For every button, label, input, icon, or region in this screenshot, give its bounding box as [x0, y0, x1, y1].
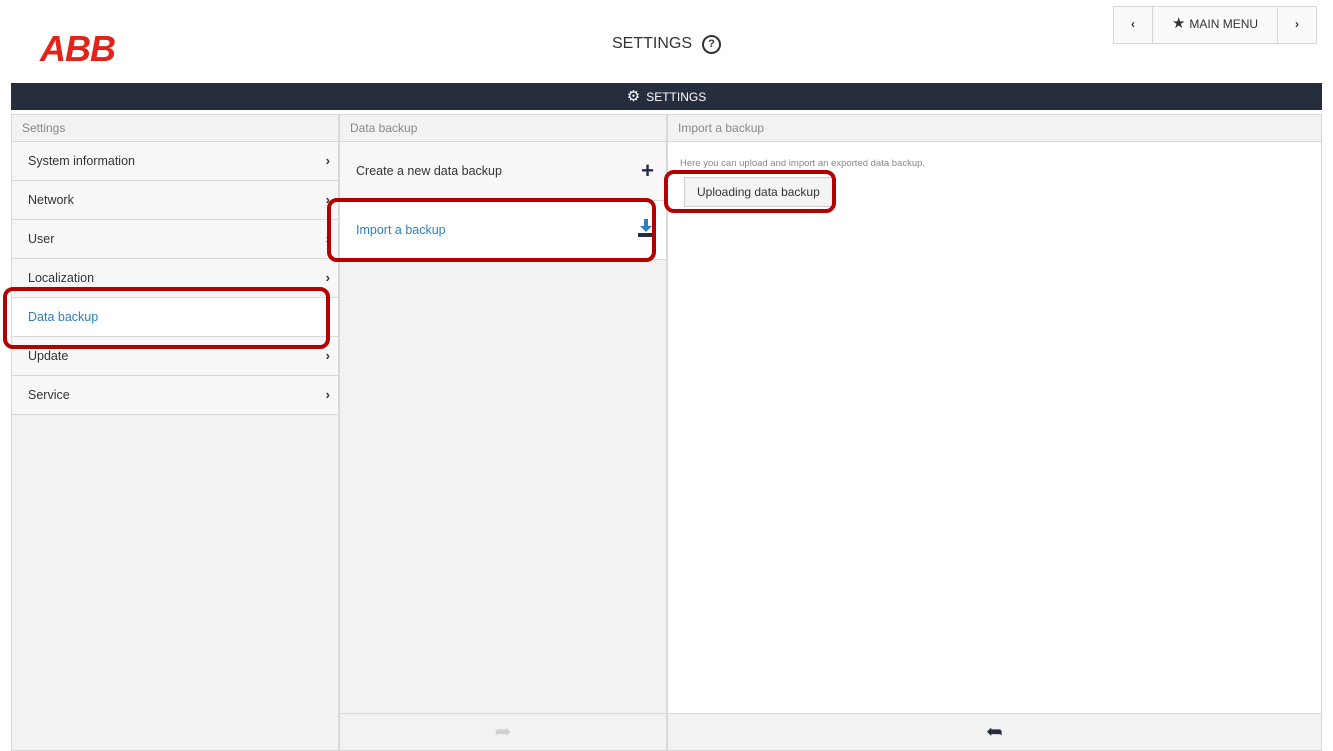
menu-item-label: Network — [28, 193, 74, 207]
create-backup-label: Create a new data backup — [356, 164, 502, 178]
page-title-text: SETTINGS — [611, 35, 692, 52]
top-navigation: ‹ ★ MAIN MENU › — [1113, 6, 1317, 44]
back-arrow-icon: ➦ — [494, 721, 512, 743]
menu-item-network[interactable]: Network › — [12, 181, 338, 220]
import-description: Here you can upload and import an export… — [680, 158, 926, 169]
import-backup-column: Import a backup Here you can upload and … — [667, 114, 1322, 751]
settings-column-header: Settings — [12, 115, 338, 142]
menu-item-service[interactable]: Service › — [12, 376, 338, 415]
gear-icon: ⚙ — [626, 88, 641, 105]
plus-icon: + — [641, 158, 654, 183]
menu-item-label: Localization — [28, 271, 95, 285]
settings-bar: ⚙ SETTINGS — [11, 83, 1322, 110]
create-backup-item[interactable]: Create a new data backup + — [340, 142, 666, 201]
data-backup-footer: ➦ — [340, 713, 666, 750]
menu-item-label: Service — [28, 388, 70, 402]
previous-button[interactable]: ‹ — [1114, 7, 1152, 43]
chevron-right-icon: › — [325, 153, 330, 168]
menu-item-system-information[interactable]: System information › — [12, 142, 338, 181]
menu-item-update[interactable]: Update › — [12, 337, 338, 376]
data-backup-column: Data backup Create a new data backup + I… — [339, 114, 667, 751]
next-button[interactable]: › — [1277, 7, 1316, 43]
star-icon: ★ — [1171, 15, 1186, 32]
menu-item-data-backup[interactable]: Data backup › — [12, 298, 338, 337]
chevron-right-icon: › — [325, 348, 330, 363]
download-icon — [638, 219, 654, 237]
main-menu-label: MAIN MENU — [1189, 17, 1259, 31]
menu-item-label: Update — [28, 349, 69, 363]
header: ABB SETTINGS? ‹ ★ MAIN MENU › — [0, 0, 1333, 82]
chevron-right-icon: › — [325, 192, 330, 207]
data-backup-column-header: Data backup — [340, 115, 666, 142]
main-menu-button[interactable]: ★ MAIN MENU — [1152, 7, 1277, 43]
menu-item-label: Data backup — [28, 310, 99, 324]
menu-item-user[interactable]: User › — [12, 220, 338, 259]
upload-data-backup-button[interactable]: Uploading data backup — [684, 177, 833, 207]
settings-column: Settings System information › Network › Us… — [11, 114, 339, 751]
back-button[interactable]: ➦ — [986, 714, 1003, 750]
chevron-right-icon: › — [325, 270, 330, 285]
import-backup-item[interactable]: Import a backup — [340, 201, 666, 260]
menu-item-localization[interactable]: Localization › — [12, 259, 338, 298]
help-icon[interactable]: ? — [702, 35, 721, 54]
chevron-right-icon: › — [325, 231, 330, 246]
import-backup-footer: ➦ — [668, 713, 1321, 750]
menu-item-label: User — [28, 232, 55, 246]
chevron-right-icon: › — [325, 387, 330, 402]
import-backup-column-header: Import a backup — [668, 115, 1321, 142]
menu-item-label: System information — [28, 154, 135, 168]
chevron-right-icon: › — [325, 309, 330, 324]
import-backup-label: Import a backup — [356, 223, 446, 237]
settings-bar-label: SETTINGS — [646, 90, 707, 104]
